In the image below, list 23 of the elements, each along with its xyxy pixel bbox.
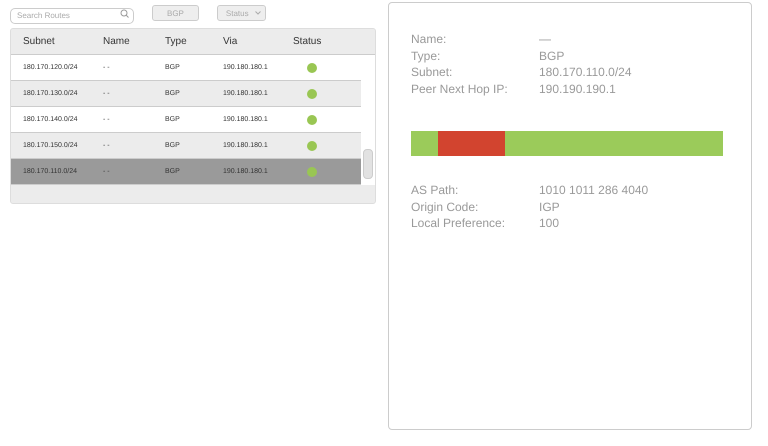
column-header: Name — [103, 36, 131, 47]
scrollbar-thumb[interactable] — [363, 149, 373, 179]
field-value: 180.170.110.0/24 — [539, 64, 633, 80]
field-value: — — [539, 31, 552, 48]
column-header: Type — [165, 36, 188, 47]
field-label: AS Path: — [411, 182, 460, 198]
field-value: 1010 1011 286 4040 — [539, 182, 650, 198]
field-label: Type: — [411, 48, 442, 64]
field-label: Subnet: — [411, 64, 454, 80]
column-header: Status — [293, 36, 322, 47]
search-icon — [120, 8, 129, 18]
field-value: IGP — [539, 198, 561, 215]
field-label: Origin Code: — [411, 198, 480, 215]
field-value: 190.190.190.1 — [539, 80, 617, 97]
field-value: BGP — [539, 48, 566, 64]
search-field[interactable]: Search Routes — [10, 8, 134, 24]
column-header: Via — [223, 36, 238, 47]
field-label: Peer Next Hop IP: — [411, 80, 509, 97]
column-header: Subnet — [23, 36, 56, 47]
field-value: 100 — [539, 215, 560, 232]
chevron-down-icon — [254, 11, 261, 15]
field-label: Name: — [411, 31, 448, 48]
field-label: Local Preference: — [411, 215, 506, 232]
